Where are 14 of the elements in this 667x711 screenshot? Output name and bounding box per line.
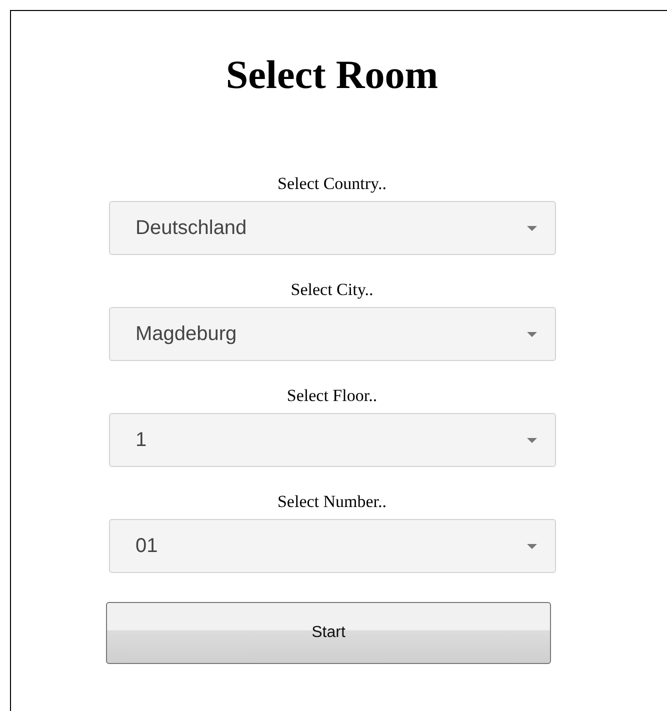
caret-icon <box>526 226 536 230</box>
select-label: Select City.. <box>290 279 374 301</box>
page-title: Select Room <box>226 51 438 99</box>
select-label: Select Number.. <box>277 491 387 513</box>
select-label: Select Floor.. <box>286 385 378 407</box>
caret-icon <box>526 332 536 336</box>
caret-icon <box>526 438 536 442</box>
dropdown-field[interactable]: Deutschland <box>108 201 556 255</box>
start-button[interactable]: Start <box>106 602 551 664</box>
dropdown-field[interactable]: 01 <box>108 519 556 573</box>
select-label: Select Country.. <box>278 173 386 195</box>
dropdown-field[interactable]: 1 <box>108 413 556 467</box>
caret-icon <box>526 544 536 548</box>
dropdown-field[interactable]: Magdeburg <box>108 307 556 361</box>
